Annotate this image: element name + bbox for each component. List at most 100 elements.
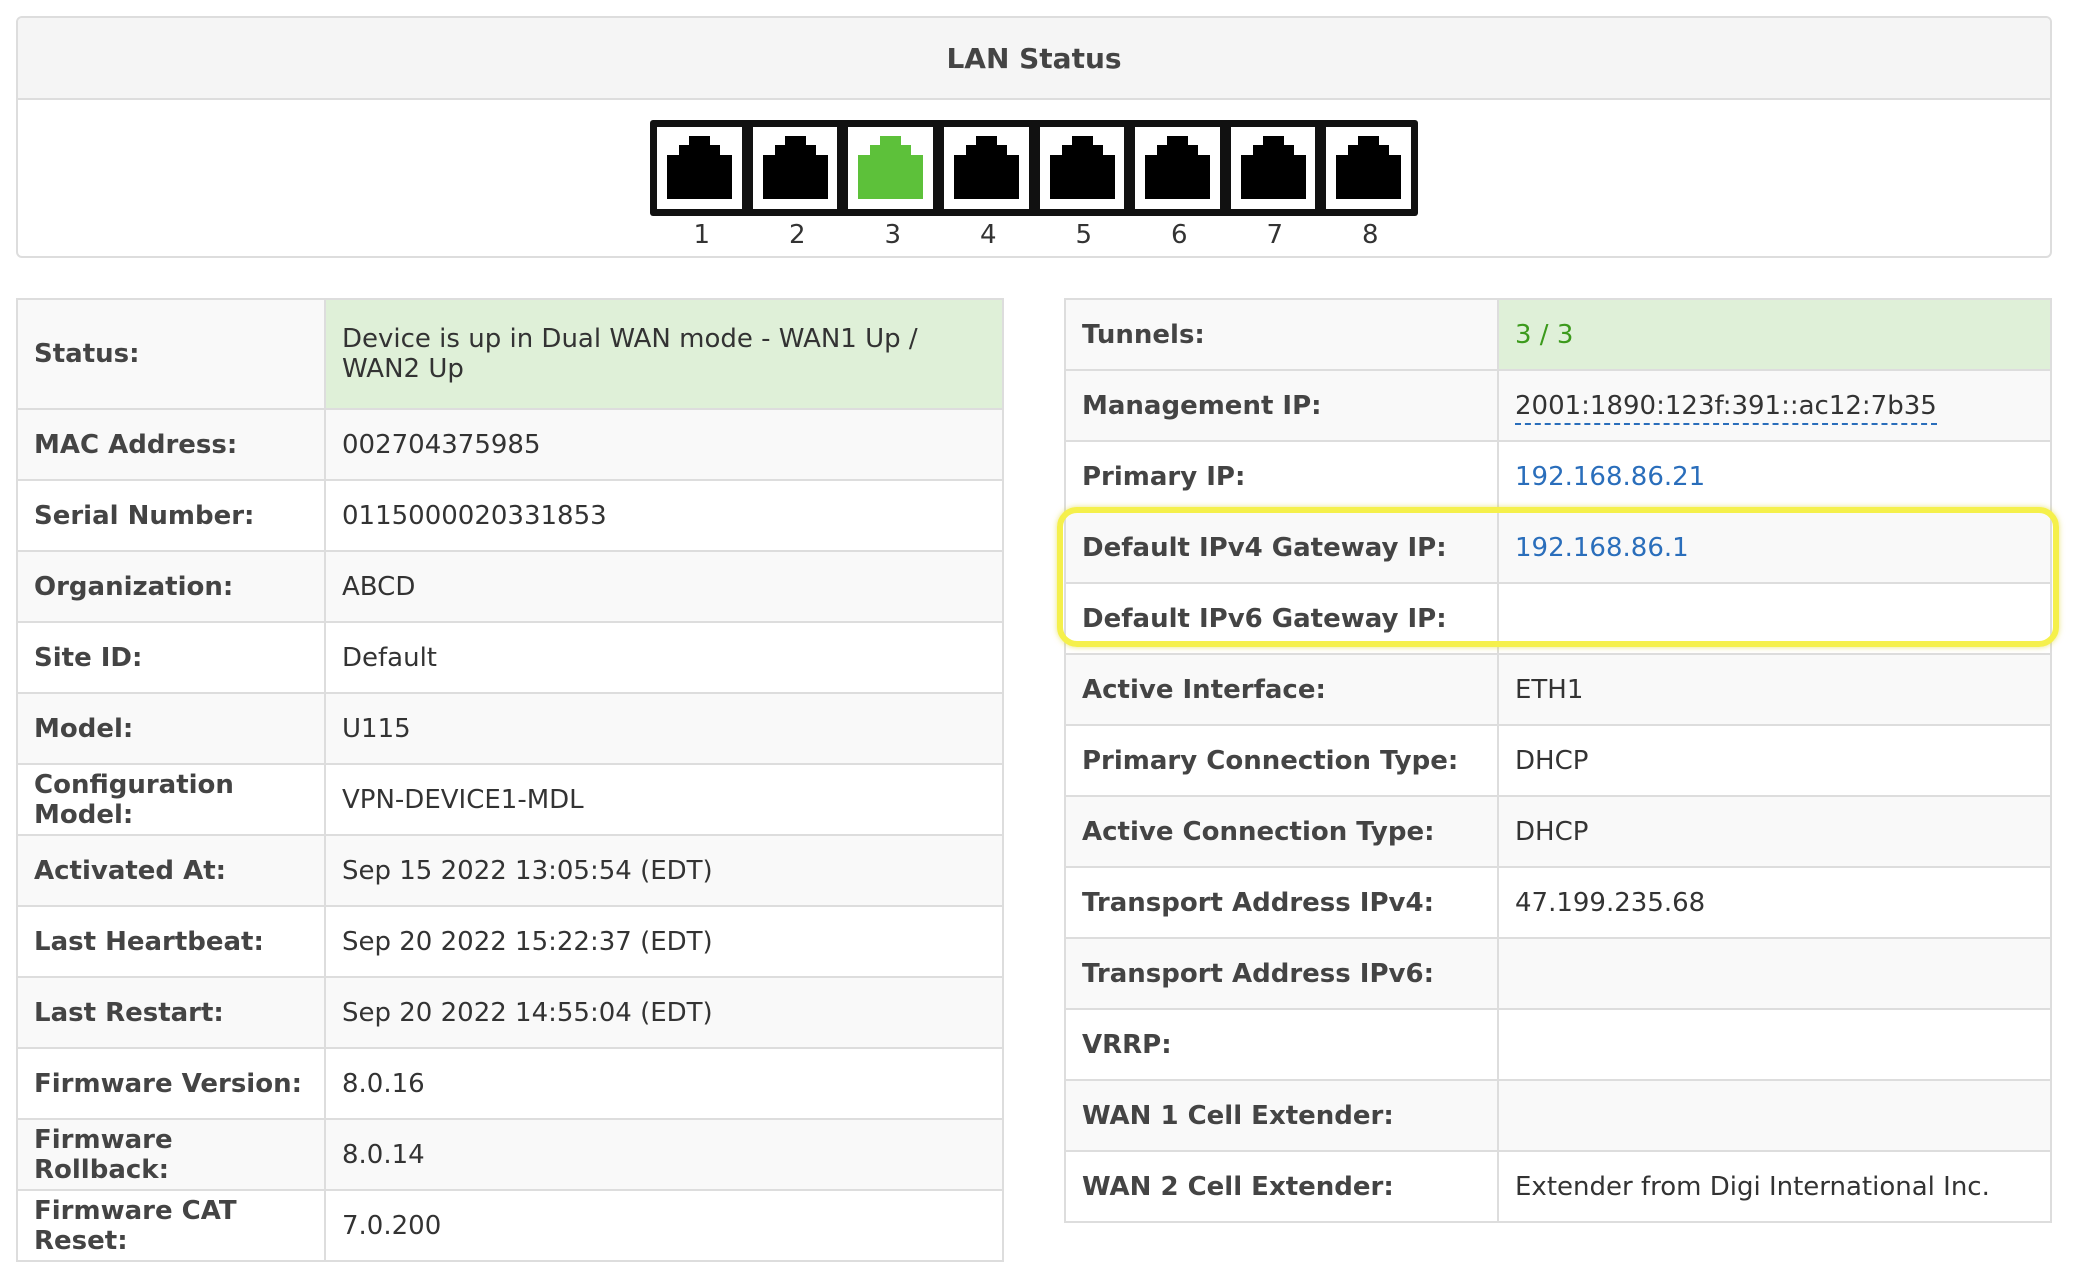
lan-port-8[interactable] [1323,124,1414,212]
row-value [1497,937,2052,1010]
table-row: Last Heartbeat: Sep 20 2022 15:22:37 (ED… [16,905,1004,978]
port-label: 1 [693,220,711,250]
ethernet-port-icon [858,136,924,199]
table-row: Site ID: Default [16,621,1004,694]
row-label: Organization: [16,550,326,623]
table-row: WAN 2 Cell Extender: Extender from Digi … [1064,1150,2052,1223]
management-ip-value[interactable]: 2001:1890:123f:391::ac12:7b35 [1515,390,1937,425]
port-label: 7 [1266,220,1284,250]
ethernet-port-icon [762,136,828,199]
row-label: Default IPv6 Gateway IP: [1064,582,1499,655]
row-value: 8.0.14 [324,1118,1004,1191]
tunnels-value: 3 / 3 [1497,298,2052,371]
lan-status-panel: LAN Status 1 2 3 4 5 6 7 8 [16,16,2052,258]
port-label: 2 [788,220,806,250]
port-label: 3 [884,220,902,250]
table-row: MAC Address: 002704375985 [16,408,1004,481]
row-value: 0115000020331853 [324,479,1004,552]
table-row: Transport Address IPv6: [1064,937,2052,1010]
lan-port-7[interactable] [1227,124,1319,212]
table-row: Transport Address IPv4: 47.199.235.68 [1064,866,2052,939]
row-label: Status: [16,298,326,410]
row-label: Primary Connection Type: [1064,724,1499,797]
row-value: Sep 20 2022 15:22:37 (EDT) [324,905,1004,978]
row-value: ABCD [324,550,1004,623]
management-ip-cell: 2001:1890:123f:391::ac12:7b35 [1497,369,2052,442]
table-row: Activated At: Sep 15 2022 13:05:54 (EDT) [16,834,1004,907]
table-row: Model: U115 [16,692,1004,765]
row-label: Firmware CAT Reset: [16,1189,326,1262]
row-value: 002704375985 [324,408,1004,481]
ethernet-port-icon [1336,136,1402,199]
ethernet-port-icon [953,136,1019,199]
row-value: DHCP [1497,724,2052,797]
row-label: Primary IP: [1064,440,1499,513]
table-row: Active Connection Type: DHCP [1064,795,2052,868]
lan-status-title: LAN Status [18,18,2050,100]
lan-ports: 1 2 3 4 5 6 7 8 [650,120,1418,250]
port-label: 6 [1170,220,1188,250]
lan-port-5[interactable] [1036,124,1128,212]
device-status-value: Device is up in Dual WAN mode - WAN1 Up … [324,298,1004,410]
lan-port-2[interactable] [749,124,841,212]
table-row: WAN 1 Cell Extender: [1064,1079,2052,1152]
row-label: Activated At: [16,834,326,907]
row-value: Extender from Digi International Inc. [1497,1150,2052,1223]
table-row: Default IPv6 Gateway IP: [1064,582,2052,655]
row-label: Tunnels: [1064,298,1499,371]
ethernet-port-icon [1049,136,1115,199]
lan-port-3[interactable] [845,124,936,212]
row-label: Active Interface: [1064,653,1499,726]
port-strip [650,120,1418,216]
table-row: Default IPv4 Gateway IP: 192.168.86.1 [1064,511,2052,584]
table-row: Firmware CAT Reset: 7.0.200 [16,1189,1004,1262]
lan-port-4[interactable] [940,124,1032,212]
table-row: Firmware Version: 8.0.16 [16,1047,1004,1120]
table-row: Primary Connection Type: DHCP [1064,724,2052,797]
row-label: MAC Address: [16,408,326,481]
row-label: Transport Address IPv4: [1064,866,1499,939]
row-label: Configuration Model: [16,763,326,836]
table-row: Firmware Rollback: 8.0.14 [16,1118,1004,1191]
row-label: WAN 1 Cell Extender: [1064,1079,1499,1152]
ipv4-gateway-link[interactable]: 192.168.86.1 [1497,511,2052,584]
table-row: Serial Number: 0115000020331853 [16,479,1004,552]
row-value [1497,582,2052,655]
row-label: Model: [16,692,326,765]
row-label: Firmware Rollback: [16,1118,326,1191]
ethernet-port-icon [667,136,732,199]
row-value [1497,1079,2052,1152]
row-label: Last Heartbeat: [16,905,326,978]
row-label: Transport Address IPv6: [1064,937,1499,1010]
table-row: Primary IP: 192.168.86.21 [1064,440,2052,513]
row-label: WAN 2 Cell Extender: [1064,1150,1499,1223]
table-row: Management IP: 2001:1890:123f:391::ac12:… [1064,369,2052,442]
table-row: Active Interface: ETH1 [1064,653,2052,726]
ethernet-port-icon [1145,136,1211,199]
row-value: ETH1 [1497,653,2052,726]
ethernet-port-icon [1240,136,1306,199]
row-value: VPN-DEVICE1-MDL [324,763,1004,836]
row-value: U115 [324,692,1004,765]
network-info-table: Tunnels: 3 / 3 Management IP: 2001:1890:… [1064,298,2052,1223]
table-row: Organization: ABCD [16,550,1004,623]
row-label: VRRP: [1064,1008,1499,1081]
table-row: Tunnels: 3 / 3 [1064,298,2052,371]
table-row: Last Restart: Sep 20 2022 14:55:04 (EDT) [16,976,1004,1049]
port-label: 4 [979,220,997,250]
row-value: 47.199.235.68 [1497,866,2052,939]
row-value: Default [324,621,1004,694]
port-label: 8 [1361,220,1379,250]
port-label: 5 [1075,220,1093,250]
row-value: 8.0.16 [324,1047,1004,1120]
row-value [1497,1008,2052,1081]
row-label: Active Connection Type: [1064,795,1499,868]
port-labels: 1 2 3 4 5 6 7 8 [650,220,1418,250]
lan-port-6[interactable] [1132,124,1223,212]
primary-ip-link[interactable]: 192.168.86.21 [1497,440,2052,513]
table-row: Status: Device is up in Dual WAN mode - … [16,298,1004,410]
table-row: VRRP: [1064,1008,2052,1081]
row-label: Management IP: [1064,369,1499,442]
row-label: Site ID: [16,621,326,694]
lan-port-1[interactable] [654,124,745,212]
